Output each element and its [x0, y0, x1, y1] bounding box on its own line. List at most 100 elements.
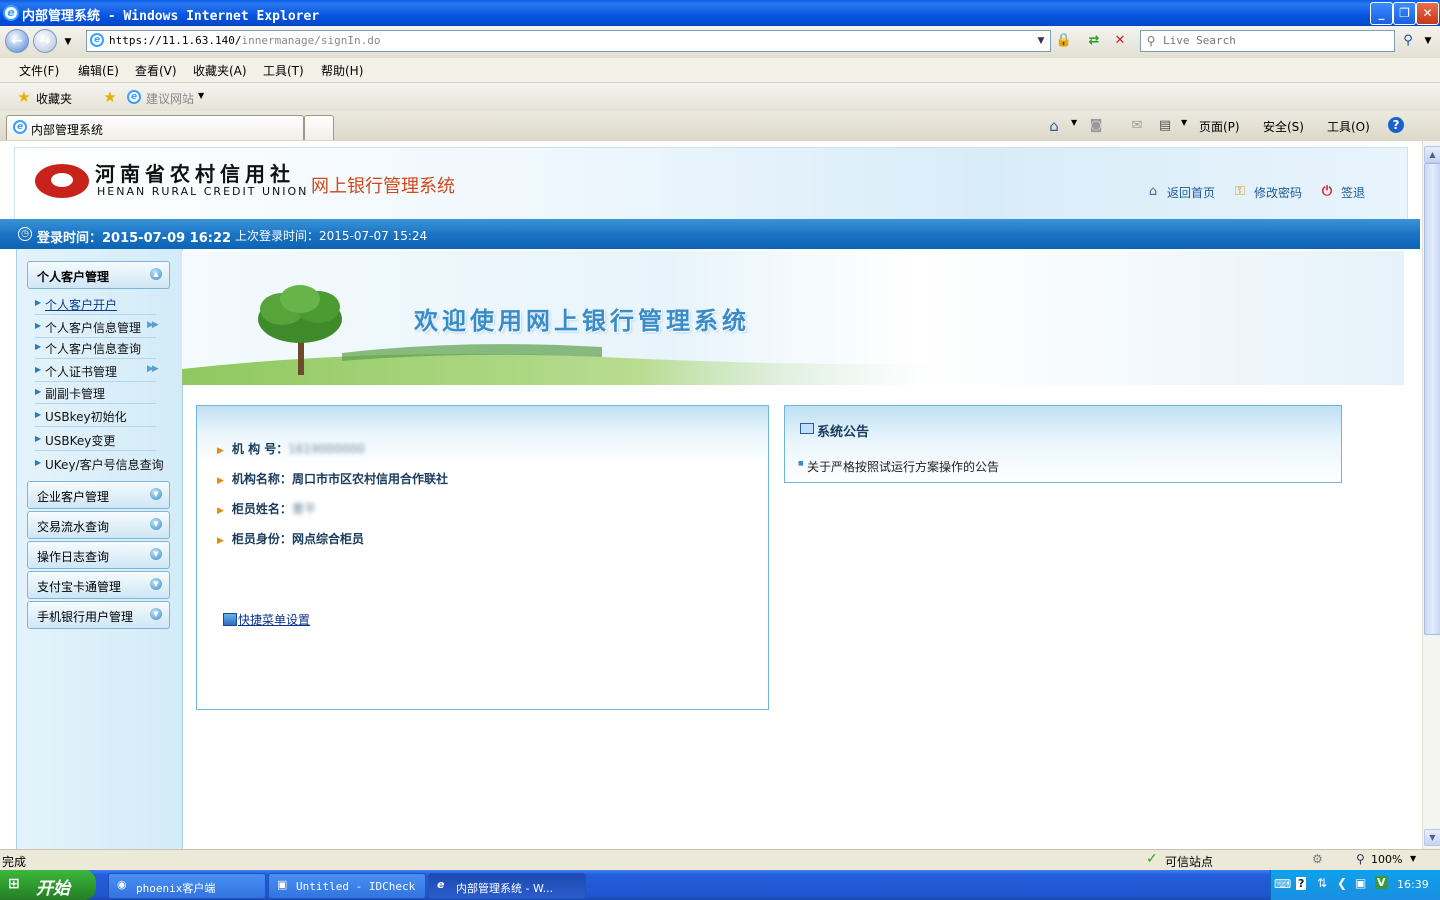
url-path: innermanage/signIn.do [241, 34, 381, 47]
sidebar-section-mobile[interactable]: 手机银行用户管理 ▼ [27, 601, 170, 629]
home-dropdown-icon[interactable]: ▼ [1071, 118, 1077, 127]
lock-icon[interactable]: 🔒 [1054, 31, 1074, 51]
safety-menu[interactable]: 安全(S) [1263, 118, 1304, 135]
bullet-arrow-icon: ▶ [217, 476, 224, 486]
taskbar-item-ie[interactable]: e 内部管理系统 - W... [428, 873, 586, 899]
address-url: https://11.1.63.140/innermanage/signIn.d… [109, 34, 381, 47]
quick-menu-settings-link[interactable]: 快捷菜单设置 [238, 611, 310, 628]
arrow-right-icon: ▶ [35, 321, 42, 330]
window-title-bar[interactable]: e 内部管理系统 - Windows Internet Explorer _ ❐… [0, 0, 1440, 26]
address-dropdown-icon[interactable]: ▼ [1031, 31, 1051, 51]
suggested-sites-dropdown-icon[interactable]: ▼ [198, 91, 204, 100]
sidebar-item-personal-info-query[interactable]: ▶ 个人客户信息查询 [35, 338, 156, 359]
network-icon[interactable]: ⇅ [1317, 876, 1327, 890]
close-button[interactable]: ✕ [1416, 2, 1439, 25]
expand-down-icon[interactable]: ▼ [150, 608, 162, 620]
taskbar-item-idcheck[interactable]: ▣ Untitled - IDCheck [268, 873, 426, 899]
welcome-title: 欢迎使用网上银行管理系统 [414, 307, 750, 335]
sidebar-section-label: 交易流水查询 [37, 520, 110, 534]
search-options-icon[interactable]: ▼ [1418, 31, 1438, 51]
keyboard-icon[interactable]: ⌨ [1274, 877, 1291, 891]
start-button[interactable]: ⊞ 开始 [0, 870, 96, 900]
feeds-icon[interactable]: ◙ [1086, 116, 1106, 136]
menu-edit[interactable]: 编辑(E) [78, 62, 119, 79]
refresh-icon[interactable]: ⇄ [1084, 31, 1104, 51]
minimize-button[interactable]: _ [1370, 2, 1393, 25]
back-button[interactable]: ← [5, 29, 29, 53]
scroll-down-icon[interactable]: ▼ [1424, 829, 1440, 846]
sidebar-item-ukey-query[interactable]: ▶ UKey/客户号信息查询 [35, 454, 164, 474]
suggested-sites-link[interactable]: 建议网站 [146, 90, 194, 107]
menu-file[interactable]: 文件(F) [19, 62, 59, 79]
home-icon[interactable]: ⌂ [1044, 116, 1064, 136]
stop-icon[interactable]: ✕ [1110, 31, 1130, 51]
expand-down-icon[interactable]: ▼ [150, 578, 162, 590]
zoom-dropdown-icon[interactable]: ▼ [1410, 854, 1416, 863]
info-value: 1619000000 [288, 442, 365, 456]
sidebar-item-usbkey-change[interactable]: ▶ USBKey变更 [35, 430, 156, 451]
rural-credit-logo-icon [35, 164, 89, 198]
ie-logo-icon: e [3, 5, 19, 21]
bullet-arrow-icon: ▶ [217, 446, 224, 456]
notice-item-link[interactable]: 关于严格按照试运行方案操作的公告 [807, 458, 999, 475]
vertical-scrollbar[interactable]: ▲ ▼ [1422, 141, 1440, 849]
info-value: 曹平 [291, 502, 316, 516]
collapse-up-icon[interactable]: ▲ [150, 268, 162, 280]
back-arrow-tray-icon[interactable]: ❮ [1337, 876, 1347, 890]
sidebar-section-alipay[interactable]: 支付宝卡通管理 ▼ [27, 571, 170, 599]
quick-menu-icon [223, 613, 237, 626]
forward-button[interactable]: → [33, 29, 57, 53]
taskbar: ⊞ 开始 ◉ phoenix客户端 ▣ Untitled - IDCheck e… [0, 870, 1440, 900]
tools-menu[interactable]: 工具(O) [1327, 118, 1370, 135]
change-password-link[interactable]: 修改密码 [1254, 184, 1302, 201]
maximize-button[interactable]: ❐ [1393, 2, 1416, 25]
help-tray-icon[interactable]: ? [1296, 877, 1307, 890]
tab-current[interactable]: e 内部管理系统 [6, 115, 304, 140]
menu-favorites[interactable]: 收藏夹(A) [193, 62, 247, 79]
expand-down-icon[interactable]: ▼ [150, 488, 162, 500]
expand-down-icon[interactable]: ▼ [150, 518, 162, 530]
logout-icon: ⏻ [1321, 184, 1333, 199]
sidebar-section-transactions[interactable]: 交易流水查询 ▼ [27, 511, 170, 539]
sidebar-item-personal-info-manage[interactable]: ▶ 个人客户信息管理 ▶▶ [35, 317, 159, 338]
new-tab-button[interactable] [304, 115, 334, 140]
search-go-icon[interactable]: ⚲ [1398, 31, 1418, 51]
search-engine-icon: ⚲ [1146, 34, 1156, 48]
help-icon[interactable]: ? [1388, 117, 1404, 133]
sidebar-section-enterprise[interactable]: 企业客户管理 ▼ [27, 481, 170, 509]
favorites-button[interactable]: 收藏夹 [36, 90, 72, 107]
info-label: 机 构 号： [231, 442, 289, 456]
logout-link[interactable]: 签退 [1341, 184, 1365, 201]
monitor-tray-icon[interactable]: ▣ [1355, 876, 1366, 890]
page-menu[interactable]: 页面(P) [1199, 118, 1240, 135]
sidebar-item-usbkey-init[interactable]: ▶ USBkey初始化 [35, 406, 156, 427]
search-box[interactable]: ⚲ [1140, 30, 1395, 52]
scroll-thumb[interactable] [1424, 163, 1440, 635]
home-link[interactable]: 返回首页 [1167, 184, 1215, 201]
welcome-banner: 欢迎使用网上银行管理系统 [182, 251, 1404, 385]
sidebar-item-card-manage[interactable]: ▶ 副副卡管理 [35, 383, 156, 404]
login-time: 登录时间：2015-07-09 16:22 [37, 231, 232, 246]
menu-view[interactable]: 查看(V) [135, 62, 177, 79]
expand-down-icon[interactable]: ▼ [150, 548, 162, 560]
zoom-level[interactable]: 100% [1371, 853, 1402, 866]
protected-mode-icon[interactable]: ⚙ [1312, 852, 1323, 866]
mail-icon[interactable]: ✉ [1127, 116, 1147, 136]
add-favorite-icon[interactable]: ★ [100, 87, 120, 107]
menu-help[interactable]: 帮助(H) [321, 62, 363, 79]
security-zone[interactable]: 可信站点 [1165, 853, 1213, 870]
history-dropdown-icon[interactable]: ▼ [58, 32, 78, 52]
print-dropdown-icon[interactable]: ▼ [1181, 118, 1187, 127]
search-input[interactable] [1161, 33, 1390, 48]
sidebar-section-oplog[interactable]: 操作日志查询 ▼ [27, 541, 170, 569]
logo-english-text: HENAN RURAL CREDIT UNION [97, 185, 309, 198]
print-icon[interactable]: ▤ [1155, 116, 1175, 136]
address-bar[interactable]: e https://11.1.63.140/innermanage/signIn… [86, 30, 1051, 52]
antivirus-icon[interactable]: V [1375, 876, 1388, 889]
sidebar-section-personal[interactable]: 个人客户管理 ▲ [27, 261, 170, 289]
taskbar-item-phoenix[interactable]: ◉ phoenix客户端 [108, 873, 266, 899]
sidebar-item-personal-cert[interactable]: ▶ 个人证书管理 ▶▶ [35, 361, 159, 382]
scroll-up-icon[interactable]: ▲ [1424, 146, 1440, 163]
sidebar-item-personal-open[interactable]: ▶ 个人客户开户 [35, 294, 156, 315]
menu-tools[interactable]: 工具(T) [263, 62, 304, 79]
